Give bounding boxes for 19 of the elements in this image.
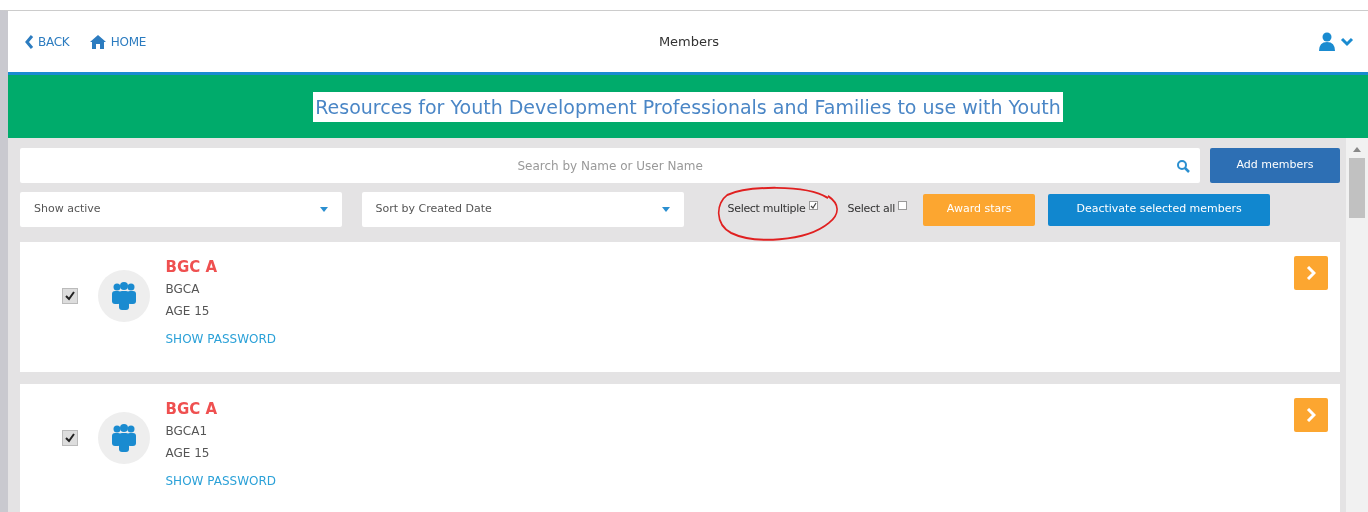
member-username: BGCA1 [165, 423, 208, 440]
member-name: BGC A [165, 256, 218, 278]
back-link[interactable]: BACK [24, 32, 70, 51]
show-password-link[interactable]: SHOW PASSWORD [165, 330, 277, 348]
banner-title: Resources for Youth Development Professionals and Families to use with Youth [313, 91, 1063, 122]
home-link[interactable]: HOME [88, 32, 146, 51]
add-members-button[interactable]: Add members [1210, 148, 1340, 183]
action-button[interactable]: Deactivate selected members [1048, 193, 1271, 226]
search-field[interactable]: Search by Name or User Name [20, 148, 1201, 183]
dropdown[interactable]: Sort by Created Date [361, 192, 684, 227]
checkbox-label: Select multiple [727, 201, 806, 218]
member-age: AGE 15 [165, 303, 210, 320]
dropdown[interactable]: Show active [20, 192, 342, 227]
page-title: Members [658, 32, 720, 51]
member-age: AGE 15 [165, 445, 210, 462]
member-username: BGCA [165, 281, 200, 298]
checkbox-label: Select all [847, 201, 895, 218]
member-name: BGC A [165, 398, 218, 420]
show-password-link[interactable]: SHOW PASSWORD [165, 472, 277, 490]
